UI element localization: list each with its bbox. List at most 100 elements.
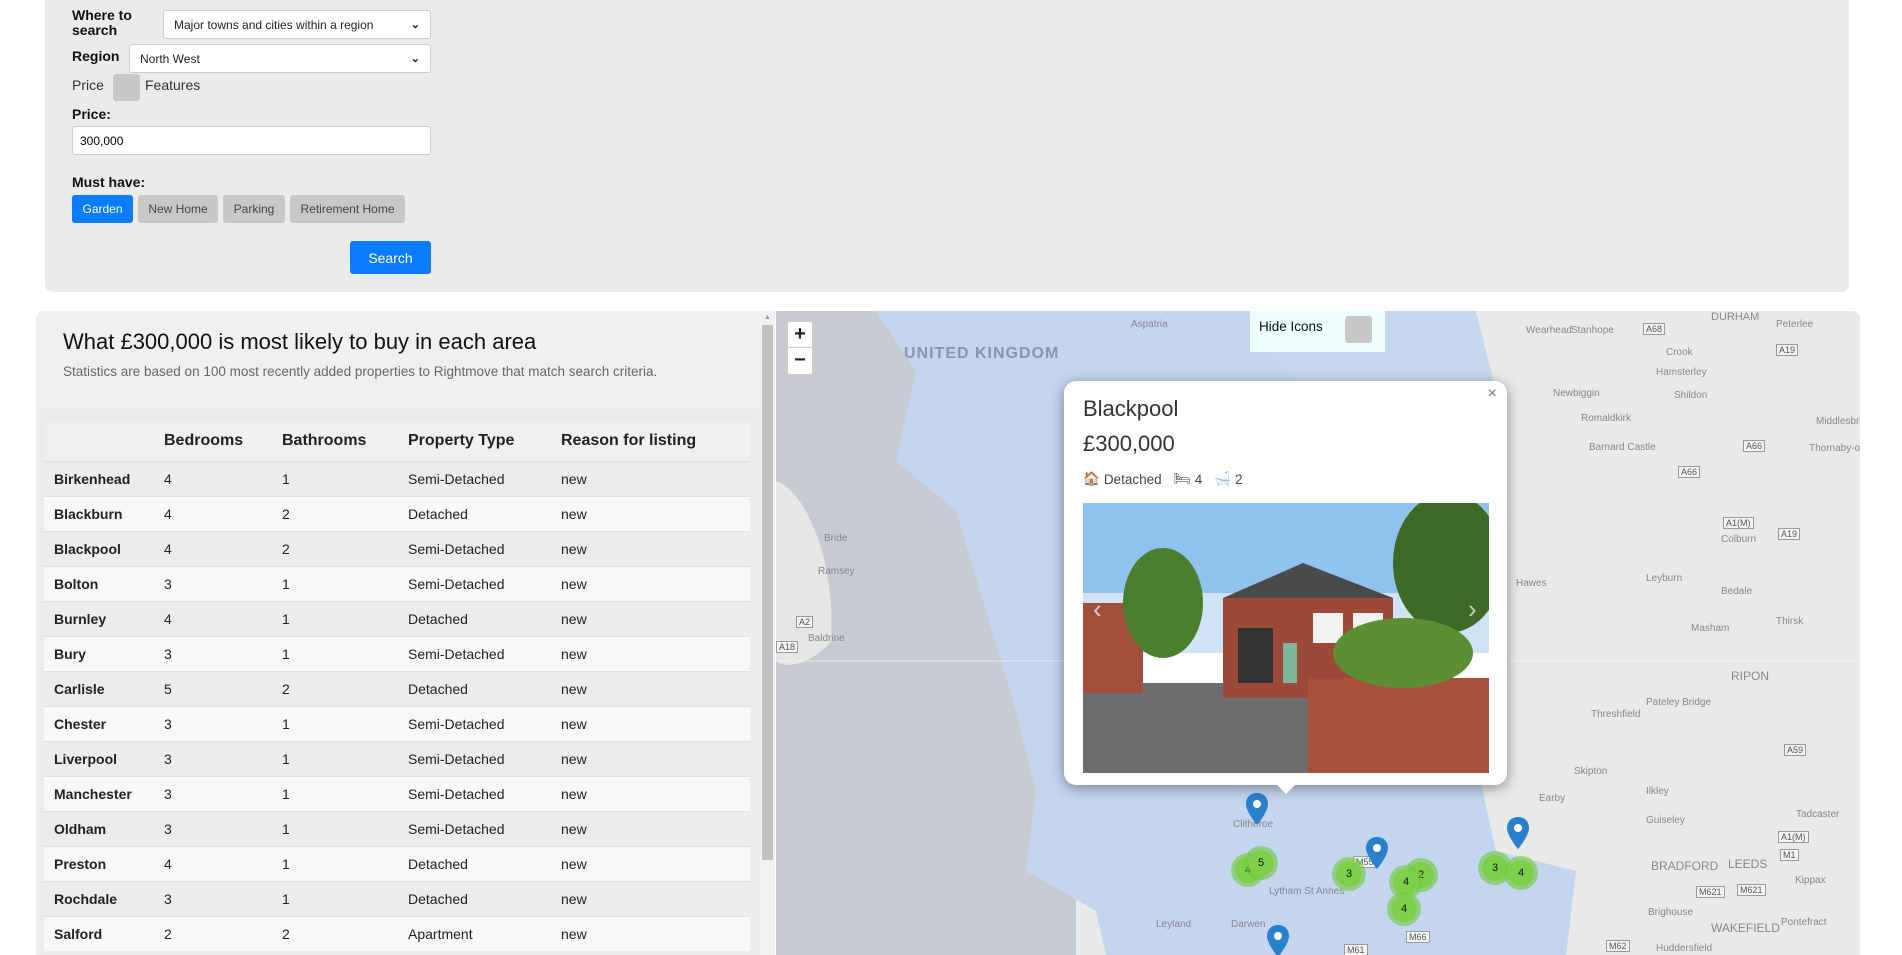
table-row: Burnley 4 1 Detached new (44, 600, 750, 636)
popup-price: £300,000 (1083, 431, 1175, 456)
bedrooms-cell: 4 (164, 845, 282, 881)
map-label: Wearhead (1526, 325, 1572, 336)
cluster-count: 4 (1393, 869, 1419, 895)
hide-icons-control: Hide Icons (1250, 311, 1385, 352)
map-label: Hawes (1516, 578, 1547, 589)
feature-new-home-button[interactable]: New Home (138, 195, 218, 223)
city-cell: Rochdale (44, 880, 164, 916)
cluster-count: 4 (1391, 896, 1417, 922)
bathrooms-cell: 1 (282, 810, 408, 846)
bathrooms-cell: 1 (282, 635, 408, 671)
reason-cell: new (561, 740, 750, 776)
col-city (44, 422, 164, 461)
road-label: M62 (1606, 940, 1630, 952)
search-button[interactable]: Search (350, 241, 431, 274)
close-icon[interactable]: × (1488, 385, 1497, 403)
map[interactable]: Aspatria UNITED KINGDOM DURHAM Wearhead … (776, 311, 1860, 955)
photo-prev-icon: ‹ (1093, 594, 1102, 624)
results-scrollbar[interactable]: ▲ (760, 311, 775, 955)
reason-cell: new (561, 565, 750, 601)
table-row: Liverpool 3 1 Semi-Detached new (44, 740, 750, 776)
map-label: Brighouse (1648, 907, 1694, 918)
bedrooms: 4 (1194, 471, 1203, 487)
zoom-out-button[interactable]: − (788, 348, 812, 374)
city-cell: Bolton (44, 565, 164, 601)
price-input[interactable] (72, 126, 431, 155)
region-label: Region (72, 48, 120, 64)
toggle-price-label: Price (72, 77, 104, 93)
chevron-down-icon: ⌄ (410, 53, 420, 65)
property-type-cell: Semi-Detached (408, 460, 561, 496)
map-cluster[interactable]: 5 (1244, 846, 1278, 880)
property-type-cell: Semi-Detached (408, 810, 561, 846)
map-label: Peterlee (1776, 319, 1814, 330)
bath-icon: 🛁 (1214, 471, 1232, 486)
reason-cell: new (561, 915, 750, 951)
map-label: Romaldkirk (1581, 413, 1632, 424)
map-label: Kippax (1795, 875, 1826, 886)
map-label: Masham (1691, 623, 1730, 634)
bathrooms-cell: 1 (282, 705, 408, 741)
bedrooms-cell: 3 (164, 740, 282, 776)
map-label: Huddersfield (1656, 943, 1713, 954)
scroll-up-icon[interactable]: ▲ (764, 314, 771, 321)
scrollbar-thumb[interactable] (762, 325, 773, 860)
city-cell: Blackpool (44, 530, 164, 566)
hide-icons-toggle[interactable] (1345, 316, 1372, 343)
feature-retirement-home-button[interactable]: Retirement Home (290, 195, 405, 223)
property-type-cell: Semi-Detached (408, 705, 561, 741)
region-select[interactable]: North West ⌄ (129, 44, 431, 73)
property-type-cell: Detached (408, 845, 561, 881)
price-features-toggle[interactable] (113, 74, 140, 101)
hide-icons-label: Hide Icons (1259, 319, 1323, 334)
zoom-in-button[interactable]: + (788, 322, 812, 348)
road-label: A59 (1784, 744, 1807, 756)
search-panel: Where to search Major towns and cities w… (45, 0, 1849, 292)
chevron-down-icon: ⌄ (410, 19, 420, 31)
zoom-control: + − (786, 320, 814, 376)
col-bathrooms: Bathrooms (282, 422, 408, 461)
table-row: Manchester 3 1 Semi-Detached new (44, 775, 750, 811)
map-cluster[interactable]: 3 (1332, 857, 1366, 891)
map-label: Newbiggin (1553, 388, 1600, 399)
property-type-cell: Detached (408, 670, 561, 706)
where-to-search-select[interactable]: Major towns and cities within a region ⌄ (163, 10, 431, 39)
reason-cell: new (561, 600, 750, 636)
map-marker-icon[interactable] (1366, 837, 1388, 869)
property-photo[interactable]: ‹ › (1083, 503, 1489, 773)
map-label: Threshfield (1591, 709, 1641, 720)
map-label: Hamsterley (1656, 367, 1707, 378)
feature-parking-button[interactable]: Parking (223, 195, 285, 223)
map-marker-icon[interactable] (1246, 793, 1268, 825)
road-label: A2 (796, 616, 814, 628)
map-label: LEEDS (1728, 857, 1768, 871)
map-label: Thornaby-on-Tees (1809, 443, 1860, 454)
must-have-label: Must have: (72, 174, 146, 190)
bathrooms-cell: 1 (282, 775, 408, 811)
map-label: Leyland (1156, 919, 1192, 930)
road-label: A1(M) (1778, 831, 1809, 843)
map-label: Middlesbro (1816, 416, 1860, 427)
map-label: Pontefract (1781, 917, 1827, 928)
map-label: Crook (1666, 347, 1693, 358)
map-cluster[interactable]: 4 (1387, 892, 1421, 926)
table-row: Birkenhead 4 1 Semi-Detached new (44, 460, 750, 496)
bedrooms-cell: 3 (164, 775, 282, 811)
city-cell: Burnley (44, 600, 164, 636)
table-row: Blackburn 4 2 Detached new (44, 495, 750, 531)
bedrooms-cell: 4 (164, 460, 282, 496)
bathrooms-cell: 1 (282, 460, 408, 496)
feature-garden-button[interactable]: Garden (72, 195, 133, 223)
map-cluster[interactable]: 4 (1504, 856, 1538, 890)
map-label: Lytham St Annes (1269, 886, 1345, 897)
map-label: Ilkley (1646, 786, 1669, 797)
road-label: A66 (1743, 440, 1766, 452)
map-marker-icon[interactable] (1267, 925, 1289, 955)
results-subtitle: Statistics are based on 100 most recentl… (63, 364, 658, 379)
reason-cell: new (561, 460, 750, 496)
property-type-cell: Semi-Detached (408, 565, 561, 601)
road-label: M621 (1737, 884, 1766, 896)
map-label: Guiseley (1646, 815, 1685, 826)
table-row: Bury 3 1 Semi-Detached new (44, 635, 750, 671)
map-marker-icon[interactable] (1507, 817, 1529, 849)
